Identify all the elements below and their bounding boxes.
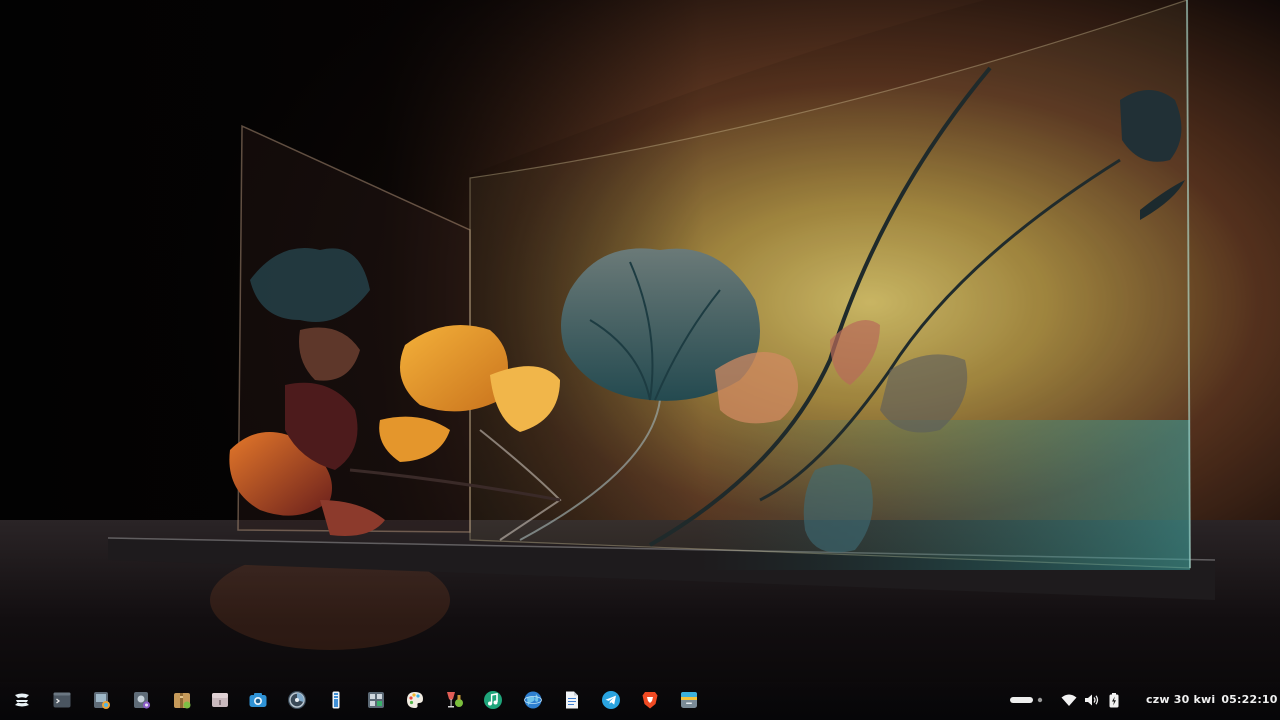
desktop-wallpaper	[0, 0, 1280, 720]
workspace-indicator-icon[interactable]	[1010, 692, 1046, 708]
music-icon[interactable]	[483, 690, 503, 710]
globe-icon[interactable]	[523, 690, 543, 710]
text-editor-icon[interactable]	[326, 690, 346, 710]
wifi-icon[interactable]	[1060, 692, 1078, 708]
telegram-icon[interactable]	[601, 690, 621, 710]
clock-date: czw 30 kwi	[1146, 693, 1216, 706]
document-icon[interactable]	[562, 690, 582, 710]
settings-app-icon[interactable]	[132, 690, 152, 710]
clock-time: 05:22:10	[1221, 693, 1278, 706]
palette-icon[interactable]	[405, 690, 425, 710]
disk-usage-icon[interactable]	[287, 690, 307, 710]
brave-icon[interactable]	[640, 690, 660, 710]
volume-icon[interactable]	[1083, 692, 1101, 708]
image-viewer-icon[interactable]	[92, 690, 112, 710]
files-icon[interactable]	[679, 690, 699, 710]
drive-icon[interactable]	[210, 690, 230, 710]
terminal-icon[interactable]	[52, 690, 72, 710]
zorin-logo-icon[interactable]	[12, 690, 32, 710]
archive-icon[interactable]	[172, 690, 192, 710]
wallpaper-art	[0, 0, 1280, 720]
camera-icon[interactable]	[248, 690, 268, 710]
calculator-icon[interactable]	[366, 690, 386, 710]
battery-charging-icon[interactable]	[1106, 692, 1122, 708]
clock[interactable]: czw 30 kwi 05:22:10	[1146, 692, 1278, 708]
wine-glass-icon[interactable]	[444, 690, 464, 710]
